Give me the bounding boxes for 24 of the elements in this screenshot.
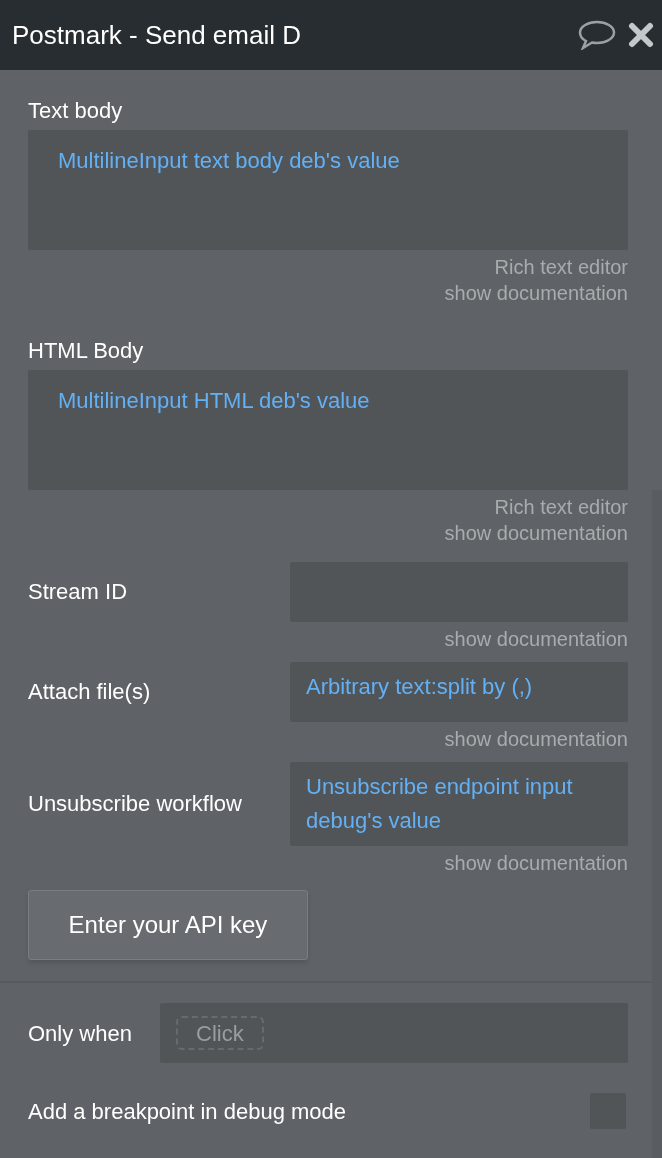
condition-field[interactable]: Click (160, 1003, 628, 1063)
documentation-link[interactable]: show documentation (444, 726, 628, 752)
close-icon[interactable] (628, 22, 654, 48)
click-placeholder[interactable]: Click (176, 1016, 264, 1050)
documentation-link[interactable]: show documentation (444, 280, 628, 306)
window-title: Postmark - Send email D (12, 18, 302, 52)
api-key-button[interactable]: Enter your API key (28, 890, 308, 960)
documentation-link[interactable]: Rich text editor (494, 254, 628, 280)
field-label: Unsubscribe workflow (28, 790, 243, 818)
documentation-link[interactable]: show documentation (444, 520, 628, 546)
condition-label: Only when (28, 1019, 133, 1048)
comment-icon[interactable] (578, 20, 616, 50)
documentation-link[interactable]: show documentation (444, 626, 628, 652)
field-label: Attach file(s) (28, 678, 152, 706)
input-field[interactable]: MultilineInput HTML deb's value (28, 370, 628, 490)
input-field[interactable]: MultilineInput text body deb's value (28, 130, 628, 250)
input-field[interactable]: Arbitrary text:split by (,) (290, 662, 628, 722)
input-field[interactable]: Unsubscribe endpoint input debug's value (290, 762, 628, 846)
documentation-link[interactable]: Rich text editor (494, 494, 628, 520)
documentation-link[interactable]: show documentation (444, 850, 628, 876)
field-label: Stream ID (28, 578, 129, 606)
breakpoint-label: Add a breakpoint in debug mode (28, 1097, 346, 1126)
field-label: HTML Body (28, 337, 145, 365)
field-label: Text body (28, 97, 124, 125)
